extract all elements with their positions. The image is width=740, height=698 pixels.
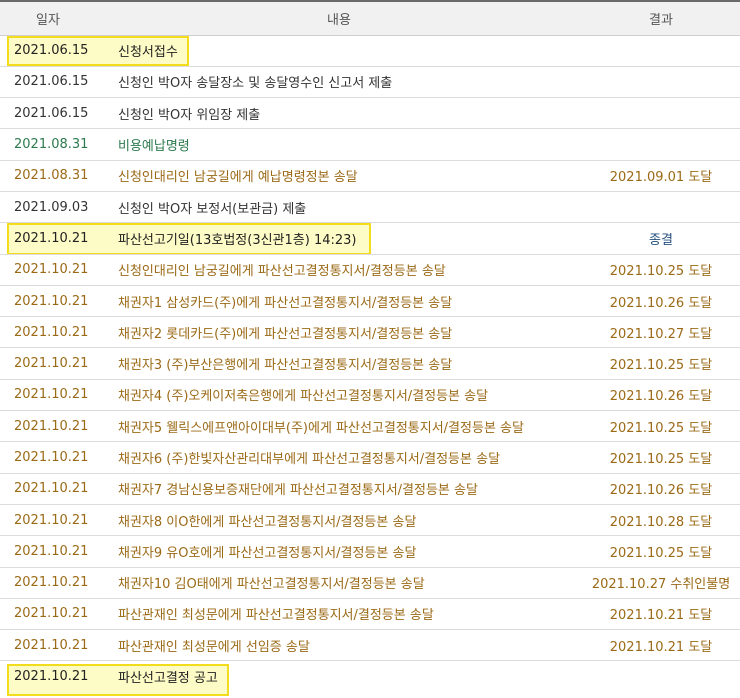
row-result: 2021.09.01 도달 xyxy=(609,170,713,186)
row-result: 2021.10.26 도달 xyxy=(609,389,713,405)
table-row: 2021.10.21 파산선고기일(13호법정(3신관1층) 14:23) 종결 xyxy=(0,223,740,255)
header-result: 결과 xyxy=(582,0,740,36)
row-content: 신청인 박O자 보정서(보관금) 제출 xyxy=(118,201,307,217)
row-date: 2021.08.31 xyxy=(14,137,89,153)
row-content: 채권자8 이O한에게 파산선고결정통지서/결정등본 송달 xyxy=(118,514,417,530)
row-result: 2021.10.25 도달 xyxy=(609,545,713,561)
table-row: 2021.10.21 채권자10 김O태에게 파산선고결정통지서/결정등본 송달… xyxy=(0,567,740,599)
row-date: 2021.08.31 xyxy=(14,168,89,184)
table-row: 2021.10.21 채권자4 (주)오케이저축은행에게 파산선고결정통지서/결… xyxy=(0,379,740,411)
row-content: 채권자10 김O태에게 파산선고결정통지서/결정등본 송달 xyxy=(118,577,425,593)
row-date: 2021.10.21 xyxy=(14,450,89,465)
row-date: 2021.10.21 xyxy=(14,669,89,685)
table-row: 2021.10.21 파산선고결정 공고 xyxy=(0,661,740,692)
row-result: 2021.10.27 수취인불명 xyxy=(591,577,731,593)
case-progress-table: 일자 내용 결과 2021.06.15 신청서접수 2021.06.15 신청인… xyxy=(0,0,740,692)
row-result: 2021.10.21 도달 xyxy=(609,639,713,655)
header-content: 내용 xyxy=(96,0,582,36)
row-date: 2021.10.21 xyxy=(14,230,89,246)
table-row: 2021.10.21 채권자9 유O호에게 파산선고결정통지서/결정등본 송달 … xyxy=(0,536,740,568)
table-row: 2021.09.03 신청인 박O자 보정서(보관금) 제출 xyxy=(0,191,740,223)
row-content: 채권자3 (주)부산은행에게 파산선고결정통지서/결정등본 송달 xyxy=(118,358,453,374)
table-row: 2021.08.31 비용예납명령 xyxy=(0,129,740,161)
row-date: 2021.10.21 xyxy=(14,387,89,403)
row-content: 파산선고결정 공고 xyxy=(118,671,218,687)
row-content: 채권자7 경남신용보증재단에게 파산선고결정통지서/결정등본 송달 xyxy=(118,483,478,499)
row-result: 2021.10.27 도달 xyxy=(609,326,713,342)
row-date: 2021.10.21 xyxy=(14,293,89,309)
table-row: 2021.10.21 채권자2 롯데카드(주)에게 파산선고결정통지서/결정등본… xyxy=(0,317,740,348)
table-row: 2021.10.21 채권자5 웰릭스에프앤아이대부(주)에게 파산선고결정통지… xyxy=(0,411,740,442)
row-result: 종결 xyxy=(649,232,673,248)
row-content: 신청인대리인 남궁길에게 파산선고결정통지서/결정등본 송달 xyxy=(118,264,446,280)
case-progress-panel: 일자 내용 결과 2021.06.15 신청서접수 2021.06.15 신청인… xyxy=(0,0,740,698)
row-result xyxy=(582,191,740,222)
row-content: 파산관재인 최성문에게 파산선고결정통지서/결정등본 송달 xyxy=(118,608,434,624)
row-content: 파산선고기일(13호법정(3신관1층) 14:23) xyxy=(118,232,357,248)
row-date: 2021.10.21 xyxy=(14,606,89,622)
row-result: 2021.10.25 도달 xyxy=(609,264,713,280)
row-content: 채권자9 유O호에게 파산선고결정통지서/결정등본 송달 xyxy=(118,545,417,561)
table-row: 2021.10.21 채권자7 경남신용보증재단에게 파산선고결정통지서/결정등… xyxy=(0,473,740,505)
row-result xyxy=(582,66,740,97)
table-row: 2021.10.21 신청인대리인 남궁길에게 파산선고결정통지서/결정등본 송… xyxy=(0,254,740,286)
row-content: 신청인대리인 남궁길에게 예납명령정본 송달 xyxy=(118,170,358,186)
row-content: 채권자2 롯데카드(주)에게 파산선고결정통지서/결정등본 송달 xyxy=(118,326,453,342)
row-result xyxy=(582,35,740,66)
row-result: 2021.10.26 도달 xyxy=(609,483,713,499)
row-date: 2021.06.15 xyxy=(14,43,89,59)
row-result xyxy=(582,98,740,129)
row-result xyxy=(582,129,740,160)
row-date: 2021.10.21 xyxy=(14,512,89,528)
table-row: 2021.10.21 채권자8 이O한에게 파산선고결정통지서/결정등본 송달 … xyxy=(0,504,740,536)
header-date: 일자 xyxy=(0,0,96,36)
row-date: 2021.06.15 xyxy=(14,105,89,121)
table-row: 2021.10.21 채권자3 (주)부산은행에게 파산선고결정통지서/결정등본… xyxy=(0,348,740,380)
row-content: 신청인 박O자 송달장소 및 송달영수인 신고서 제출 xyxy=(118,76,393,92)
row-result xyxy=(582,661,740,692)
row-content: 채권자4 (주)오케이저축은행에게 파산선고결정통지서/결정등본 송달 xyxy=(118,389,489,405)
row-content: 채권자6 (주)한빛자산관리대부에게 파산선고결정통지서/결정등본 송달 xyxy=(118,452,501,467)
row-date: 2021.10.21 xyxy=(14,575,89,591)
row-content: 파산관재인 최성문에게 선임증 송달 xyxy=(118,639,310,655)
row-result: 2021.10.26 도달 xyxy=(609,295,713,311)
row-date: 2021.10.21 xyxy=(14,262,89,278)
table-row: 2021.06.15 신청인 박O자 송달장소 및 송달영수인 신고서 제출 xyxy=(0,66,740,98)
table-header-row: 일자 내용 결과 xyxy=(0,0,740,36)
row-result: 2021.10.25 도달 xyxy=(609,452,713,467)
row-date: 2021.09.03 xyxy=(14,199,89,215)
table-row: 2021.06.15 신청인 박O자 위임장 제출 xyxy=(0,98,740,129)
row-date: 2021.10.21 xyxy=(14,418,89,434)
row-result: 2021.10.25 도달 xyxy=(609,420,713,436)
row-date: 2021.10.21 xyxy=(14,637,89,653)
row-date: 2021.10.21 xyxy=(14,543,89,559)
row-content: 비용예납명령 xyxy=(118,139,190,155)
row-date: 2021.10.21 xyxy=(14,481,89,497)
table-row: 2021.06.15 신청서접수 xyxy=(0,35,740,67)
table-row: 2021.10.21 채권자1 삼성카드(주)에게 파산선고결정통지서/결정등본… xyxy=(0,285,740,317)
table-row: 2021.10.21 파산관재인 최성문에게 선임증 송달 2021.10.21… xyxy=(0,630,740,661)
row-date: 2021.10.21 xyxy=(14,324,89,340)
row-content: 신청서접수 xyxy=(118,45,178,61)
row-content: 신청인 박O자 위임장 제출 xyxy=(118,107,261,123)
row-date: 2021.10.21 xyxy=(14,356,89,372)
row-result: 2021.10.21 도달 xyxy=(609,608,713,624)
row-result: 2021.10.25 도달 xyxy=(609,358,713,374)
table-row: 2021.10.21 파산관재인 최성문에게 파산선고결정통지서/결정등본 송달… xyxy=(0,598,740,630)
row-result: 2021.10.28 도달 xyxy=(609,514,713,530)
row-content: 채권자5 웰릭스에프앤아이대부(주)에게 파산선고결정통지서/결정등본 송달 xyxy=(118,420,524,436)
row-content: 채권자1 삼성카드(주)에게 파산선고결정통지서/결정등본 송달 xyxy=(118,295,453,311)
table-row: 2021.10.21 채권자6 (주)한빛자산관리대부에게 파산선고결정통지서/… xyxy=(0,442,740,474)
table-row: 2021.08.31 신청인대리인 남궁길에게 예납명령정본 송달 2021.0… xyxy=(0,160,740,192)
row-date: 2021.06.15 xyxy=(14,74,89,90)
